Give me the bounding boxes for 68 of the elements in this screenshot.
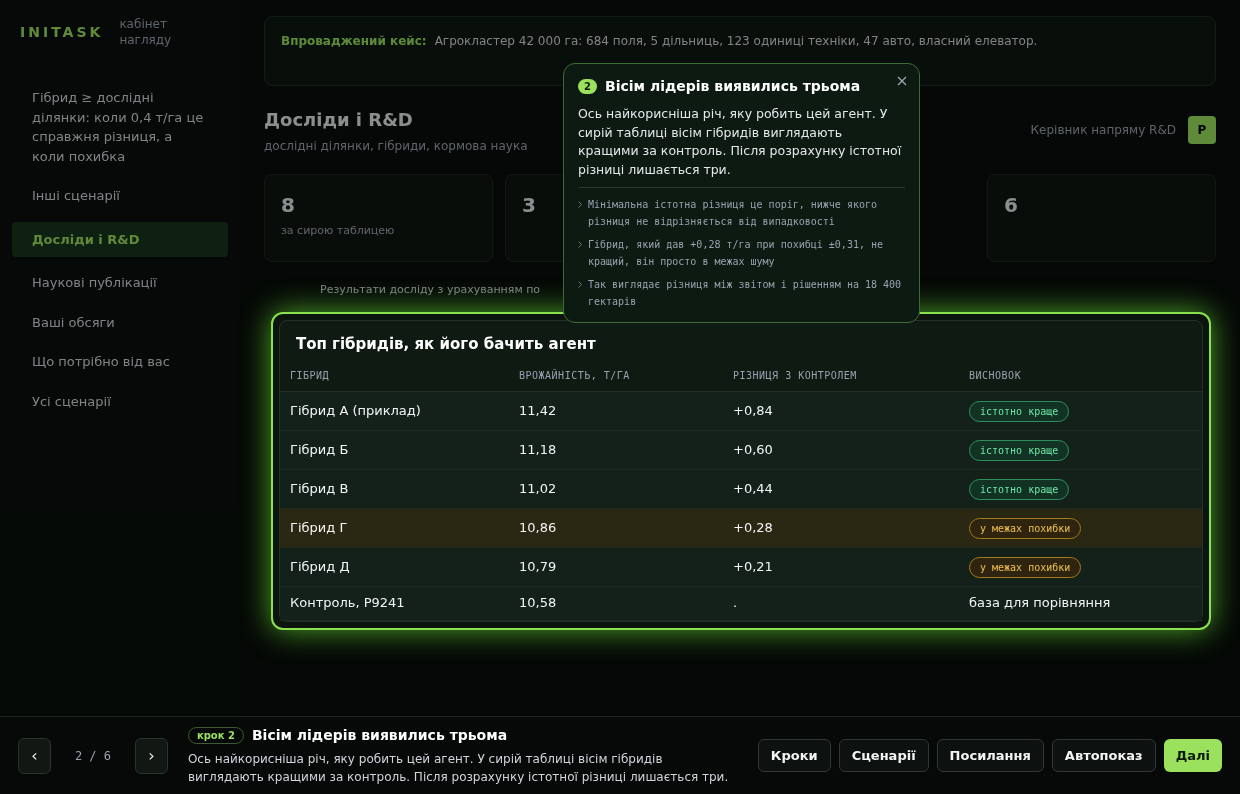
yield-value: 10,86 — [519, 518, 558, 537]
verdict-text: база для порівняння — [969, 595, 1111, 611]
tooltip-text: Ось найкорисніша річ, яку робить цей агент. У сирій таблиці вісім гібридів виглядають кращими за контроль. Після розрахунку істотної різниці лишається три. — [578, 105, 905, 188]
hybrid-name: Гібрид Б — [290, 440, 350, 459]
sidebar-item[interactable]: Інші сценарії — [12, 182, 228, 210]
tour-text: Ось найкорисніша річ, яку робить цей агент. У сирій таблиці вісім гібридів виглядають кращими за контроль. Після розрахунку істотної різниці лишається три. — [187, 751, 730, 786]
hybrid-name: Гібрид В — [290, 479, 350, 498]
next-button[interactable]: › — [135, 737, 168, 774]
tour-title: Вісім лідерів виявились трьома — [251, 726, 508, 745]
tooltip-point: Мінімальна істотна різниця це поріг, нижче якого різниця не відрізняється від випадковості — [588, 198, 878, 229]
verdict-tag: у межах похибки — [969, 556, 1082, 578]
step-number: 2 — [578, 79, 597, 94]
previous-button[interactable]: ‹ — [18, 737, 51, 774]
tooltip-point: Гібрид, який дав +0,28 т/га при похибці ±0,31, не кращий, він просто в межах шуму — [588, 238, 884, 269]
case-text: Агрокластер 42 000 га: 684 поля, 5 дільниць, 123 одиниці техніки, 47 авто, власний елеватор. — [434, 33, 1038, 49]
page-title: Досліди і R&D — [264, 108, 414, 132]
tooltip-point: Так виглядає різниця між звітом і рішенням на 18 400 гектарів — [588, 278, 903, 309]
tooltip-title: Вісім лідерів виявились трьома — [605, 77, 861, 96]
role-label: Керівник напряму R&D — [1030, 122, 1176, 138]
case-label: Впроваджений кейс: — [281, 33, 427, 49]
yield-value: 11,18 — [519, 440, 558, 459]
yield-value: 10,79 — [519, 557, 558, 576]
page-subtitle: дослідні ділянки, гібриди, кормова наука — [264, 138, 528, 154]
avatar[interactable]: Р — [1188, 116, 1216, 144]
sidebar-item[interactable]: Ваші обсяги — [12, 308, 228, 336]
tour-button[interactable]: Кроки — [757, 738, 831, 773]
yield-value: 11,42 — [519, 401, 558, 420]
stat-value: 8 — [281, 192, 295, 219]
stat-value: 6 — [1004, 192, 1018, 219]
logo-subtitle: кабінет нагляду — [119, 16, 173, 48]
column-header: ВИСНОВОК — [969, 368, 1023, 383]
column-header: ВРОЖАЙНІСТЬ, Т/ГА — [519, 368, 631, 383]
sidebar-item[interactable]: Гібрид ≥ дослідні ділянки: коли 0,4 т/га це справжня різниця, а коли похибка — [12, 84, 228, 170]
step-counter: 2 / 6 — [73, 747, 112, 764]
tour-button[interactable]: Далі — [1163, 738, 1222, 773]
chevron-icon — [578, 201, 582, 208]
tour-button[interactable]: Автопоказ — [1051, 738, 1156, 773]
tour-button[interactable]: Сценарії — [838, 738, 929, 773]
table-title: Топ гібридів, як його бачить агент — [295, 334, 597, 355]
yield-value: 10,58 — [519, 594, 558, 613]
difference-value: +0,28 — [733, 518, 774, 537]
hybrid-name: Гібрид А (приклад) — [290, 401, 422, 420]
difference-value: . — [733, 594, 739, 613]
hybrid-name: Гібрид Д — [290, 557, 351, 576]
difference-value: +0,84 — [733, 401, 774, 420]
column-header: ГІБРИД — [290, 368, 331, 383]
stat-value: 3 — [522, 192, 536, 219]
difference-value: +0,44 — [733, 479, 774, 498]
logo: INITASK — [20, 23, 104, 42]
sidebar-item[interactable]: Досліди і R&D — [12, 221, 228, 257]
chevron-icon — [578, 281, 582, 288]
hybrid-name: Гібрид Г — [290, 518, 349, 537]
tour-button[interactable]: Посилання — [936, 738, 1044, 773]
sidebar-item[interactable]: Що потрібно від вас — [12, 348, 228, 376]
column-header: РІЗНИЦЯ З КОНТРОЛЕМ — [733, 368, 858, 383]
sidebar-item[interactable]: Усі сценарії — [12, 387, 228, 415]
chevron-icon — [578, 241, 582, 248]
hybrid-name: Контроль, P9241 — [290, 594, 406, 613]
yield-value: 11,02 — [519, 479, 558, 498]
difference-value: +0,21 — [733, 557, 774, 576]
verdict-tag: істотно краще — [969, 478, 1070, 500]
difference-value: +0,60 — [733, 440, 774, 459]
verdict-tag: істотно краще — [969, 400, 1070, 422]
section-title: Результати досліду з урахуванням по — [319, 282, 541, 298]
stat-note: за сирою таблицею — [281, 223, 396, 239]
verdict-tag: істотно краще — [969, 439, 1070, 461]
sidebar-item[interactable]: Наукові публікації — [12, 269, 228, 297]
verdict-tag: у межах похибки — [969, 517, 1082, 539]
